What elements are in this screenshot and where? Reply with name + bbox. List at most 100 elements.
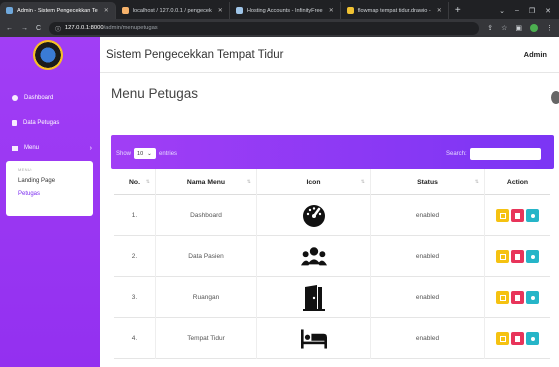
detail-button[interactable] xyxy=(526,332,539,345)
sidebar-submenu: MENU: Landing Page Petugas xyxy=(6,161,93,216)
user-icon xyxy=(12,120,17,126)
edit-button[interactable] xyxy=(496,332,509,345)
tab-label: flowmap tempat tidur.drawio - xyxy=(357,7,431,14)
sidebar-item-label: Dashboard xyxy=(24,95,54,101)
door-icon xyxy=(301,284,327,311)
row-menu-name: Dashboard xyxy=(156,195,257,236)
length-control: Show 10 ⌄ entries xyxy=(116,148,177,159)
show-label: Show xyxy=(116,150,132,157)
table-row: 3. Ruangan enabled xyxy=(114,277,550,318)
menu-table: No. ⇅ Nama Menu ⇅ Icon ⇅ Status ⇅ Action 1. … xyxy=(114,169,550,367)
forward-icon[interactable]: → xyxy=(21,25,28,32)
column-header-no[interactable]: No. ⇅ xyxy=(114,169,156,195)
share-icon[interactable]: ⇪ xyxy=(487,24,493,32)
maximize-icon[interactable]: ❐ xyxy=(529,7,535,15)
app-root: Dashboard Data Petugas Menu › MENU: Land… xyxy=(0,37,559,367)
browser-menu-icon[interactable]: ⋮ xyxy=(546,24,553,32)
delete-button[interactable] xyxy=(511,209,524,222)
row-menu-name: Ruangan xyxy=(156,277,257,318)
row-status: enabled xyxy=(371,277,485,318)
sidebar-item-label: Data Petugas xyxy=(23,120,60,126)
sidebar-item-menu[interactable]: Menu › xyxy=(0,141,100,155)
address-bar-row: ← → C ⓘ 127.0.0.1:8000/admin/menupetugas… xyxy=(0,19,559,37)
submenu-item-landing-page[interactable]: Landing Page xyxy=(18,178,93,184)
delete-button[interactable] xyxy=(511,250,524,263)
close-tab-icon[interactable]: ✕ xyxy=(329,7,334,14)
settings-toggle-icon[interactable] xyxy=(551,91,559,104)
submenu-header: MENU: xyxy=(18,167,33,172)
column-header-nama-menu[interactable]: Nama Menu ⇅ xyxy=(156,169,257,195)
tab-search-icon[interactable]: ⌄ xyxy=(499,7,505,15)
edit-button[interactable] xyxy=(496,209,509,222)
tab-favicon-icon xyxy=(6,7,13,14)
list-icon xyxy=(12,145,18,151)
close-tab-icon[interactable]: ✕ xyxy=(437,7,442,14)
sidebar-item-data-petugas[interactable]: Data Petugas xyxy=(0,116,100,130)
detail-button[interactable] xyxy=(526,250,539,263)
sort-icon: ⇅ xyxy=(145,179,150,185)
close-tab-icon[interactable]: ✕ xyxy=(218,7,223,14)
tab-favicon-icon xyxy=(121,7,129,14)
search-label: Search: xyxy=(446,151,467,157)
search-input[interactable] xyxy=(469,148,541,160)
url-field[interactable]: ⓘ 127.0.0.1:8000/admin/menupetugas xyxy=(49,21,480,35)
edit-button[interactable] xyxy=(496,250,509,263)
entries-label: entries xyxy=(159,150,178,157)
users-icon xyxy=(300,244,327,270)
bed-icon xyxy=(300,326,327,352)
table-row: 1. Dashboard enabled xyxy=(114,195,550,236)
browser-tab-infinityfree[interactable]: Hosting Accounts - InfinityFree ✕ xyxy=(230,2,341,19)
sidebar-item-dashboard[interactable]: Dashboard xyxy=(0,91,100,105)
table-header-row: No. ⇅ Nama Menu ⇅ Icon ⇅ Status ⇅ Action xyxy=(114,169,550,195)
bookmark-star-icon[interactable]: ☆ xyxy=(501,24,507,32)
entries-select-value: 10 xyxy=(137,150,144,157)
detail-button[interactable] xyxy=(526,209,539,222)
window-controls: ⌄ – ❐ ✕ xyxy=(491,2,559,19)
new-tab-button[interactable]: + xyxy=(449,2,467,19)
submenu-item-petugas[interactable]: Petugas xyxy=(18,191,93,197)
reload-icon[interactable]: C xyxy=(36,25,41,32)
extension-icon[interactable] xyxy=(530,24,538,32)
sort-icon: ⇅ xyxy=(360,179,365,185)
browser-tab-strip: Admin - Sistem Pengecekkan Te ✕ localhos… xyxy=(0,0,559,19)
browser-toolbar-right: ⇪ ☆ ▣ ⋮ xyxy=(487,24,553,32)
chevron-right-icon: › xyxy=(89,144,92,152)
tab-label: Hosting Accounts - InfinityFree xyxy=(246,7,323,14)
tab-label: localhost / 127.0.0.1 / pengecek xyxy=(132,7,212,14)
row-status: enabled xyxy=(371,318,485,359)
chevron-down-icon: ⌄ xyxy=(147,150,152,157)
browser-tab-admin[interactable]: Admin - Sistem Pengecekkan Te ✕ xyxy=(0,2,116,19)
row-number: 3. xyxy=(114,277,156,318)
sort-icon: ⇅ xyxy=(474,179,479,185)
row-number: 2. xyxy=(114,236,156,277)
edit-button[interactable] xyxy=(496,291,509,304)
row-menu-name: Data Pasien xyxy=(156,236,257,277)
detail-button[interactable] xyxy=(526,291,539,304)
app-title: Sistem Pengecekkan Tempat Tidur xyxy=(106,48,284,61)
close-tab-icon[interactable]: ✕ xyxy=(104,7,109,14)
info-icon[interactable]: ⓘ xyxy=(55,24,61,33)
tab-favicon-icon xyxy=(346,7,354,14)
delete-button[interactable] xyxy=(511,332,524,345)
tab-label: Admin - Sistem Pengecekkan Te xyxy=(17,7,98,14)
column-header-status[interactable]: Status ⇅ xyxy=(371,169,485,195)
sidebar-panel-icon[interactable]: ▣ xyxy=(515,24,522,32)
url-host: 127.0.0.1:8000 xyxy=(64,25,104,31)
back-icon[interactable]: ← xyxy=(6,25,13,32)
tab-favicon-icon xyxy=(235,7,243,14)
sort-icon: ⇅ xyxy=(246,179,251,185)
browser-tab-phpmyadmin[interactable]: localhost / 127.0.0.1 / pengecek ✕ xyxy=(116,2,230,19)
topbar: Sistem Pengecekkan Tempat Tidur Admin xyxy=(100,37,559,73)
page-title: Menu Petugas xyxy=(111,86,199,101)
minimize-icon[interactable]: – xyxy=(515,7,519,14)
row-number: 4. xyxy=(114,318,156,359)
browser-tab-drawio[interactable]: flowmap tempat tidur.drawio - ✕ xyxy=(341,2,449,19)
entries-select[interactable]: 10 ⌄ xyxy=(134,148,157,159)
url-path: /admin/menupetugas xyxy=(103,25,158,31)
close-window-icon[interactable]: ✕ xyxy=(545,7,551,15)
gauge-icon xyxy=(301,203,327,229)
column-header-icon[interactable]: Icon ⇅ xyxy=(257,169,371,195)
user-menu[interactable]: Admin xyxy=(524,50,547,59)
delete-button[interactable] xyxy=(511,291,524,304)
app-logo xyxy=(33,40,63,70)
